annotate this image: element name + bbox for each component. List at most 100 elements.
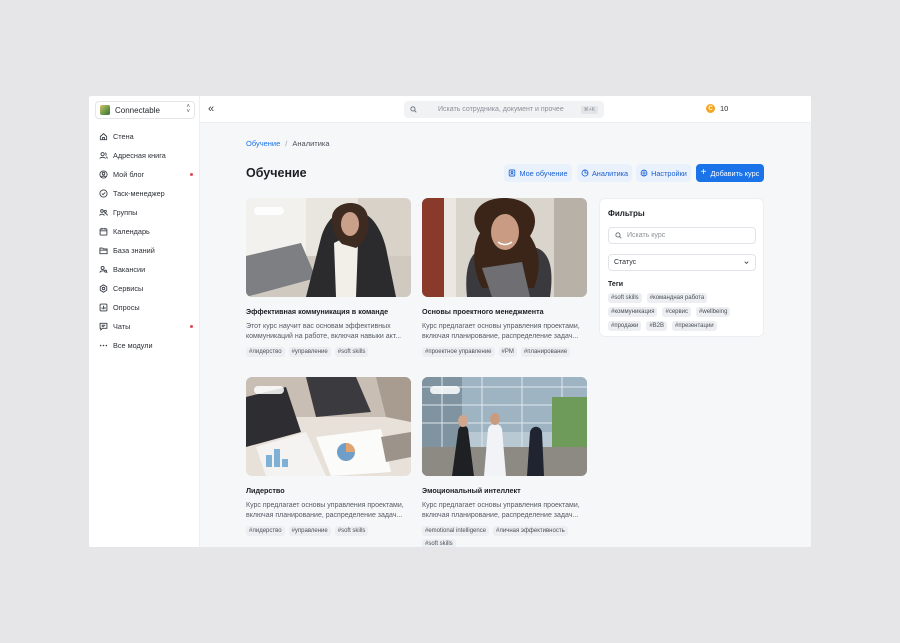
plus-icon: +	[700, 167, 707, 178]
course-tag[interactable]: #лидерство	[246, 526, 285, 536]
chat-icon	[99, 322, 108, 331]
filter-tag[interactable]: #сервис	[662, 307, 692, 317]
collapse-sidebar-icon[interactable]: «	[208, 103, 214, 115]
sidebar-item-address-book[interactable]: Адресная книга	[89, 146, 200, 165]
sidebar-item-label: База знаний	[113, 246, 155, 255]
course-tag[interactable]: #проектное управление	[422, 347, 495, 357]
sidebar-item-vacancies[interactable]: Вакансии	[89, 260, 200, 279]
chevron-updown-icon: ˄ ˅	[186, 104, 190, 115]
filter-tag[interactable]: #B2B	[646, 321, 668, 331]
course-tag[interactable]: #лидерство	[246, 347, 285, 357]
status-select[interactable]: Статус	[608, 254, 756, 271]
sidebar-item-label: Календарь	[113, 227, 150, 236]
course-tag[interactable]: #планирование	[520, 347, 571, 357]
workspace-logo	[100, 105, 110, 115]
course-badge	[254, 386, 284, 394]
filter-tag[interactable]: #soft skills	[608, 293, 642, 303]
sidebar-item-services[interactable]: Сервисы	[89, 279, 200, 298]
filter-tag[interactable]: #презентации	[672, 321, 717, 331]
breadcrumb-link-learning[interactable]: Обучение	[246, 139, 280, 148]
course-title: Лидерство	[246, 486, 285, 495]
dots-icon	[99, 341, 108, 350]
course-image	[422, 377, 587, 476]
course-tag[interactable]: #soft skills	[334, 526, 369, 536]
sidebar-item-label: Чаты	[113, 322, 131, 331]
filter-tags: #soft skills #командная работа #коммуник…	[608, 293, 763, 335]
sidebar-item-label: Опросы	[113, 303, 140, 312]
sidebar-item-label: Группы	[113, 208, 138, 217]
tags-title: Теги	[608, 281, 624, 288]
course-card[interactable]: Основы проектного менеджмента Курс предл…	[422, 198, 587, 360]
poll-icon	[99, 303, 108, 312]
sidebar-item-my-blog[interactable]: Мой блог	[89, 165, 200, 184]
global-search-input[interactable]: Искать сотрудника, документ и прочее ⌘+K	[404, 101, 604, 118]
app-window: Connectable ˄ ˅ Стена Адресная книга Мой …	[89, 96, 811, 547]
course-tags: #emotional intelligence #личная эффектив…	[422, 526, 587, 547]
sidebar-item-label: Вакансии	[113, 265, 146, 274]
learning-icon	[509, 169, 516, 177]
course-tag[interactable]: #личная эффективность	[493, 526, 568, 536]
breadcrumb-separator: /	[285, 139, 288, 148]
sidebar-item-label: Мой блог	[113, 170, 145, 179]
sidebar-item-knowledge-base[interactable]: База знаний	[89, 241, 200, 260]
settings-button[interactable]: Настройки	[636, 164, 691, 182]
filter-tag[interactable]: #коммуникация	[608, 307, 658, 317]
course-card[interactable]: Эффективная коммуникация в команде Этот …	[246, 198, 411, 360]
sidebar-item-task-manager[interactable]: Таск-менеджер	[89, 184, 200, 203]
user-circle-icon	[99, 170, 108, 179]
sidebar-item-label: Таск-менеджер	[113, 189, 165, 198]
users-icon	[99, 151, 108, 160]
breadcrumb-current: Аналитика	[292, 139, 330, 148]
course-title: Основы проектного менеджмента	[422, 307, 544, 316]
sidebar-item-wall[interactable]: Стена	[89, 127, 200, 146]
course-image	[246, 198, 411, 297]
sidebar-item-all-modules[interactable]: Все модули	[89, 336, 200, 355]
course-card[interactable]: Лидерство Курс предлагает основы управле…	[246, 377, 411, 539]
analytics-button[interactable]: Аналитика	[577, 164, 632, 182]
workspace-switcher[interactable]: Connectable ˄ ˅	[95, 101, 195, 119]
topbar: « Искать сотрудника, документ и прочее ⌘…	[200, 96, 811, 123]
course-tags: #лидерство #управление #soft skills	[246, 526, 411, 539]
calendar-icon	[99, 227, 108, 236]
course-search-input[interactable]: Искать курс	[608, 227, 756, 244]
group-icon	[99, 208, 108, 217]
add-course-button[interactable]: + Добавить курс	[696, 164, 764, 182]
filter-tag[interactable]: #продажи	[608, 321, 642, 331]
my-learning-button[interactable]: Мое обучение	[504, 164, 572, 182]
filters-panel: Фильтры Искать курс Статус Теги #soft sk…	[599, 198, 764, 337]
sidebar: Connectable ˄ ˅ Стена Адресная книга Мой …	[89, 96, 200, 547]
sidebar-item-polls[interactable]: Опросы	[89, 298, 200, 317]
sidebar-item-groups[interactable]: Группы	[89, 203, 200, 222]
sidebar-item-calendar[interactable]: Календарь	[89, 222, 200, 241]
search-icon	[410, 106, 417, 113]
filter-tag[interactable]: #командная работа	[646, 293, 708, 303]
filter-tag[interactable]: #wellbeing	[696, 307, 731, 317]
course-tag[interactable]: #soft skills	[422, 539, 456, 547]
sidebar-item-label: Сервисы	[113, 284, 144, 293]
search-shortcut-badge: ⌘+K	[580, 105, 598, 114]
course-card[interactable]: Эмоциональный интеллект Курс предлагает …	[422, 377, 587, 547]
gear-icon	[640, 169, 648, 177]
course-description: Этот курс научит вас основам эффективных…	[246, 323, 402, 340]
course-tag[interactable]: #управление	[288, 526, 331, 536]
services-icon	[99, 284, 108, 293]
sidebar-item-label: Все модули	[113, 341, 153, 350]
course-tag[interactable]: #управление	[288, 347, 331, 357]
add-course-label: Добавить курс	[710, 168, 760, 178]
sidebar-nav: Стена Адресная книга Мой блог Таск-менед…	[89, 127, 200, 355]
course-description: Курс предлагает основы управления проект…	[246, 502, 404, 519]
course-tag[interactable]: #soft skills	[334, 347, 369, 357]
coin-balance[interactable]: C 10	[706, 104, 728, 113]
folder-icon	[99, 246, 108, 255]
sidebar-item-label: Адресная книга	[113, 151, 166, 160]
course-tag[interactable]: #PM	[498, 347, 517, 357]
search-icon	[615, 232, 622, 239]
course-tag[interactable]: #emotional intelligence	[422, 526, 490, 536]
pie-chart-icon	[581, 169, 589, 177]
filters-title: Фильтры	[608, 209, 645, 218]
sidebar-item-chats[interactable]: Чаты	[89, 317, 200, 336]
my-learning-label: Мое обучение	[519, 168, 568, 178]
coin-icon: C	[706, 104, 715, 113]
chevron-down-icon	[744, 261, 749, 265]
notification-dot	[190, 173, 193, 176]
